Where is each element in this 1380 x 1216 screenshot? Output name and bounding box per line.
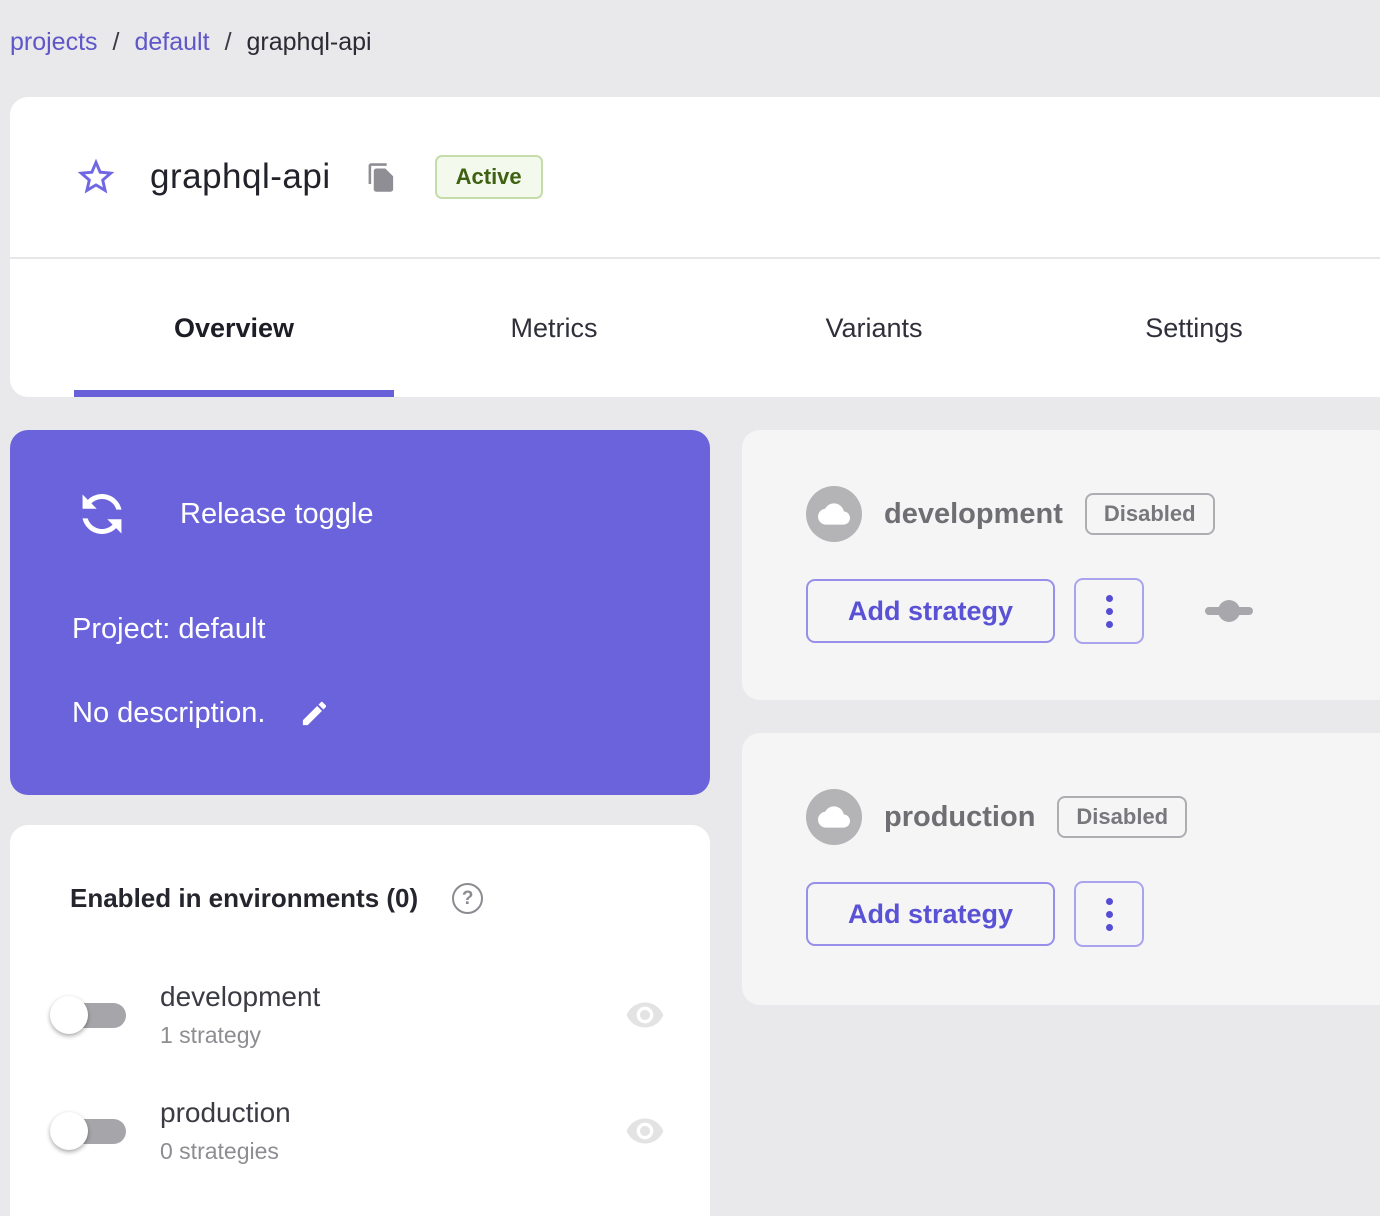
eye-icon [626,1002,664,1028]
feature-info-card: Release toggle Project: default No descr… [10,430,710,795]
enabled-environments-panel: Enabled in environments (0) ? developmen… [10,825,710,1216]
environment-row-development: development 1 strategy [50,967,670,1063]
visibility-button[interactable] [620,1111,670,1151]
star-icon [77,158,115,194]
environment-card-name: production [884,800,1036,833]
strategy-rollout-icon [1205,600,1254,622]
release-toggle-icon [82,493,122,535]
breadcrumb: projects / default / graphql-api [10,28,372,57]
panel-heading-row: Enabled in environments (0) ? [70,883,484,914]
add-strategy-button[interactable]: Add strategy [806,882,1056,946]
development-environment-card: development Disabled Add strategy [742,430,1380,700]
breadcrumb-current: graphql-api [246,28,372,56]
help-icon[interactable]: ? [452,883,484,914]
environment-avatar [806,486,862,542]
visibility-button[interactable] [620,995,670,1035]
breadcrumb-default-link[interactable]: default [135,28,210,57]
environment-status-badge: Disabled [1084,493,1215,535]
toggle-thumb [50,1112,88,1150]
description-text: No description. [72,696,266,729]
tab-settings[interactable]: Settings [1034,259,1354,397]
add-strategy-button[interactable]: Add strategy [806,579,1056,643]
copy-icon [368,162,394,192]
tab-overview[interactable]: Overview [74,259,394,397]
pencil-icon [302,701,327,725]
kebab-icon [1105,594,1113,602]
feature-header-row: graphql-api Active [74,97,543,257]
project-label: Project: default [72,613,266,645]
cloud-icon [818,806,850,828]
feature-header-card: graphql-api Active Overview Metrics Vari… [10,97,1380,397]
development-toggle[interactable] [50,995,132,1035]
breadcrumb-separator: / [224,28,232,56]
environment-labels: production 0 strategies [160,1097,291,1165]
environment-strategy-count: 0 strategies [160,1138,279,1164]
toggle-type-row: Release toggle [72,484,373,544]
environment-status-badge: Disabled [1057,796,1188,838]
breadcrumb-separator: / [112,28,120,56]
page: projects / default / graphql-api graphql… [0,0,1380,1216]
panel-title: Enabled in environments (0) [70,883,419,913]
breadcrumb-projects-link[interactable]: projects [10,28,98,57]
eye-icon [626,1118,664,1144]
copy-name-button[interactable] [365,160,399,194]
environment-card-actions: Add strategy [806,881,1145,947]
kebab-icon [1105,897,1113,905]
production-toggle[interactable] [50,1111,132,1151]
environment-card-header: development Disabled [806,486,1215,542]
environment-name: production [160,1097,291,1128]
environment-avatar [806,789,862,845]
toggle-type-label: Release toggle [180,497,374,530]
more-options-button[interactable] [1074,881,1145,947]
page-title: graphql-api [150,157,331,196]
environment-labels: development 1 strategy [160,981,320,1049]
environment-strategy-count: 1 strategy [160,1022,261,1048]
more-options-button[interactable] [1074,578,1145,644]
production-environment-card: production Disabled Add strategy [742,733,1380,1005]
edit-description-button[interactable] [297,696,331,730]
tab-variants[interactable]: Variants [714,259,1034,397]
favorite-button[interactable] [74,155,118,199]
environment-row-production: production 0 strategies [50,1083,670,1179]
tab-bar: Overview Metrics Variants Settings [74,259,1354,397]
environment-name: development [160,981,321,1012]
environment-card-name: development [884,497,1063,530]
environment-card-actions: Add strategy [806,578,1254,644]
environment-card-header: production Disabled [806,789,1188,845]
toggle-thumb [50,996,88,1034]
active-tab-indicator [74,390,394,397]
tab-metrics[interactable]: Metrics [394,259,714,397]
description-row: No description. [72,696,331,730]
cloud-icon [818,503,850,525]
status-badge: Active [434,155,543,199]
